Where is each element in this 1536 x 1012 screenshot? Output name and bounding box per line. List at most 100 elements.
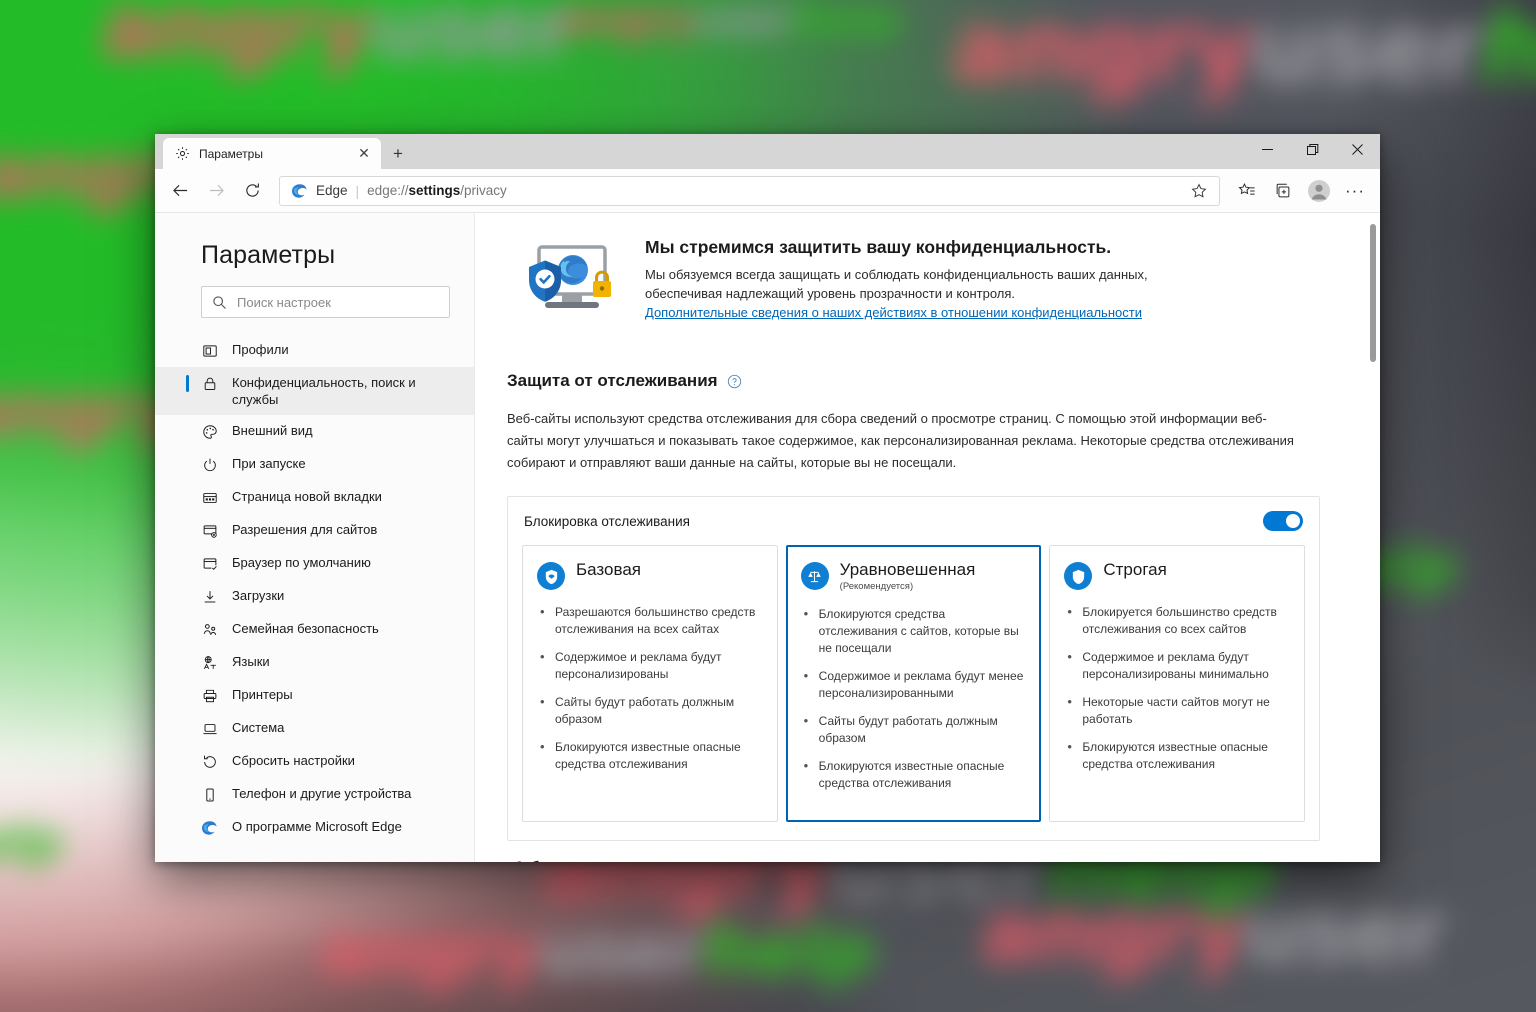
card-title: Уравновешенная [839, 560, 976, 579]
browser-toolbar: Edge | edge://settings/privacy ··· [155, 169, 1380, 213]
sidebar-item-family-safety[interactable]: Семейная безопасность [155, 613, 474, 646]
sidebar-item-privacy[interactable]: Конфиденциальность, поиск и службы [155, 367, 474, 415]
privacy-learn-more-link[interactable]: Дополнительные сведения о наших действия… [645, 305, 1142, 320]
sidebar-item-label: Разрешения для сайтов [232, 522, 378, 537]
wallpaper-watermark: angryuserhelp [320, 910, 875, 992]
sidebar-item-on-startup[interactable]: При запуске [155, 448, 474, 481]
search-settings-box[interactable] [201, 286, 450, 318]
list-item: Блокируются известные опасные средства о… [801, 757, 1025, 792]
sidebar-item-phone-and-devices[interactable]: Телефон и другие устройства [155, 778, 474, 811]
tracking-card-strict[interactable]: Строгая Блокируется большинство средств … [1049, 545, 1306, 822]
tracking-level-cards: Базовая Разрешаются большинство средств … [522, 545, 1306, 822]
sidebar-item-about-edge[interactable]: О программе Microsoft Edge [155, 811, 474, 844]
tracking-heading: Защита от отслеживания [507, 371, 718, 390]
card-title: Строгая [1103, 560, 1167, 579]
sidebar-item-appearance[interactable]: Внешний вид [155, 415, 474, 448]
tracking-card-basic[interactable]: Базовая Разрешаются большинство средств … [522, 545, 778, 822]
sidebar-item-downloads[interactable]: Загрузки [155, 580, 474, 613]
wallpaper-watermark: angryuser [100, 0, 576, 78]
list-item: Разрешаются большинство средств отслежив… [537, 603, 761, 638]
sidebar-item-label: Сбросить настройки [232, 753, 355, 768]
favorite-star-icon[interactable] [1185, 177, 1213, 205]
list-item: Содержимое и реклама будут персонализиро… [537, 648, 761, 683]
tracking-card-balanced[interactable]: Уравновешенная (Рекомендуется) Блокируют… [785, 545, 1042, 822]
sidebar-item-languages[interactable]: Языки [155, 646, 474, 679]
list-item: Блокируются известные опасные средства о… [537, 738, 761, 773]
hero-body: Мы обязуемся всегда защищать и соблюдать… [645, 267, 1148, 301]
download-icon [201, 588, 219, 606]
close-tab-icon[interactable]: ✕ [353, 143, 375, 165]
power-icon [201, 456, 219, 474]
tracking-description: Веб-сайты используют средства отслеживан… [507, 411, 1294, 470]
new-tab-button[interactable]: + [387, 143, 409, 165]
browser-window: Параметры ✕ + Edge | edge://settings/pri… [155, 134, 1380, 862]
palette-icon [201, 423, 219, 441]
privacy-shield-monitor-illustration [507, 241, 625, 327]
sidebar-item-profiles[interactable]: Профили [155, 334, 474, 367]
sidebar-item-label: Телефон и другие устройства [232, 786, 412, 801]
balance-scales-icon [800, 562, 829, 590]
back-icon[interactable] [163, 174, 197, 208]
browser-tab[interactable]: Параметры ✕ [163, 138, 381, 169]
hero-title: Мы стремимся защитить вашу конфиденциаль… [645, 237, 1112, 257]
maximize-restore-button[interactable] [1290, 134, 1335, 165]
collections-icon[interactable] [1266, 174, 1300, 208]
sidebar-item-printers[interactable]: Принтеры [155, 679, 474, 712]
sidebar-item-system[interactable]: Система [155, 712, 474, 745]
avatar-icon[interactable] [1302, 174, 1336, 208]
reload-icon[interactable] [235, 174, 269, 208]
omnibox-separator: | [355, 182, 360, 199]
reset-icon [201, 753, 219, 771]
newtab-page-icon [201, 489, 219, 507]
title-bar: Параметры ✕ + [155, 134, 1380, 169]
edge-logo-icon [292, 183, 308, 199]
list-item: Блокируются известные опасные средства о… [1064, 738, 1288, 773]
sidebar-item-new-tab-page[interactable]: Страница новой вкладки [155, 481, 474, 514]
sidebar-item-label: Загрузки [232, 588, 285, 603]
list-item: Сайты будут работать должным образом [801, 712, 1025, 747]
window-controls [1245, 134, 1380, 165]
forward-icon[interactable] [199, 174, 233, 208]
scrollbar-thumb[interactable] [1370, 224, 1376, 362]
sidebar-item-label: Система [232, 720, 285, 735]
sidebar-item-default-browser[interactable]: Браузер по умолчанию [155, 547, 474, 580]
sidebar-item-label: О программе Microsoft Edge [232, 819, 402, 834]
sidebar-item-label: Семейная безопасность [232, 621, 379, 636]
sidebar-item-site-permissions[interactable]: Разрешения для сайтов [155, 514, 474, 547]
settings-content: Мы стремимся защитить вашу конфиденциаль… [475, 213, 1380, 862]
favorites-hub-icon[interactable] [1230, 174, 1264, 208]
wallpaper-watermark: angryuserhelp [950, 0, 1536, 104]
list-item: Блокируется большинство средств отслежив… [1064, 603, 1288, 638]
site-brand-label: Edge [316, 183, 348, 198]
wallpaper-watermark: angryuser [980, 883, 1445, 981]
tracking-toggle-switch[interactable] [1263, 511, 1303, 531]
help-circle-icon[interactable] [727, 374, 742, 389]
sidebar-item-label: Конфиденциальность, поиск и службы [232, 375, 416, 407]
system-icon [201, 720, 219, 738]
address-bar[interactable]: Edge | edge://settings/privacy [279, 175, 1220, 206]
profile-card-icon [201, 342, 219, 360]
sidebar-item-label: Браузер по умолчанию [232, 555, 371, 570]
sidebar-item-label: Внешний вид [232, 423, 313, 438]
chevron-right-icon: › [1303, 861, 1318, 862]
close-window-button[interactable] [1335, 134, 1380, 165]
list-item: Содержимое и реклама будут персонализиро… [1064, 648, 1288, 683]
default-browser-icon [201, 555, 219, 573]
sidebar-item-reset-settings[interactable]: Сбросить настройки [155, 745, 474, 778]
url-text: edge://settings/privacy [367, 183, 507, 198]
gear-icon [175, 146, 190, 161]
card-subtitle: (Рекомендуется) [839, 581, 914, 592]
vertical-scrollbar[interactable] [1368, 214, 1378, 862]
row-blocked-trackers[interactable]: Заблокированные средства отслеживания Пр… [507, 841, 1320, 862]
lock-icon [201, 375, 219, 393]
search-input[interactable] [237, 294, 439, 310]
page-title: Параметры [201, 241, 336, 269]
wallpaper-watermark: angryuserhelp [560, 0, 902, 45]
sidebar-item-label: Профили [232, 342, 289, 357]
tracking-prevention-panel: Блокировка отслеживания Базовая • Разреш… [507, 496, 1320, 841]
more-options-icon[interactable]: ··· [1338, 174, 1372, 208]
strict-shield-icon [1064, 562, 1093, 590]
settings-sidebar: Параметры Поиск настроек Профили Конфиде… [155, 213, 475, 862]
list-item: Некоторые части сайтов могут не работать [1064, 693, 1288, 728]
minimize-button[interactable] [1245, 134, 1290, 165]
